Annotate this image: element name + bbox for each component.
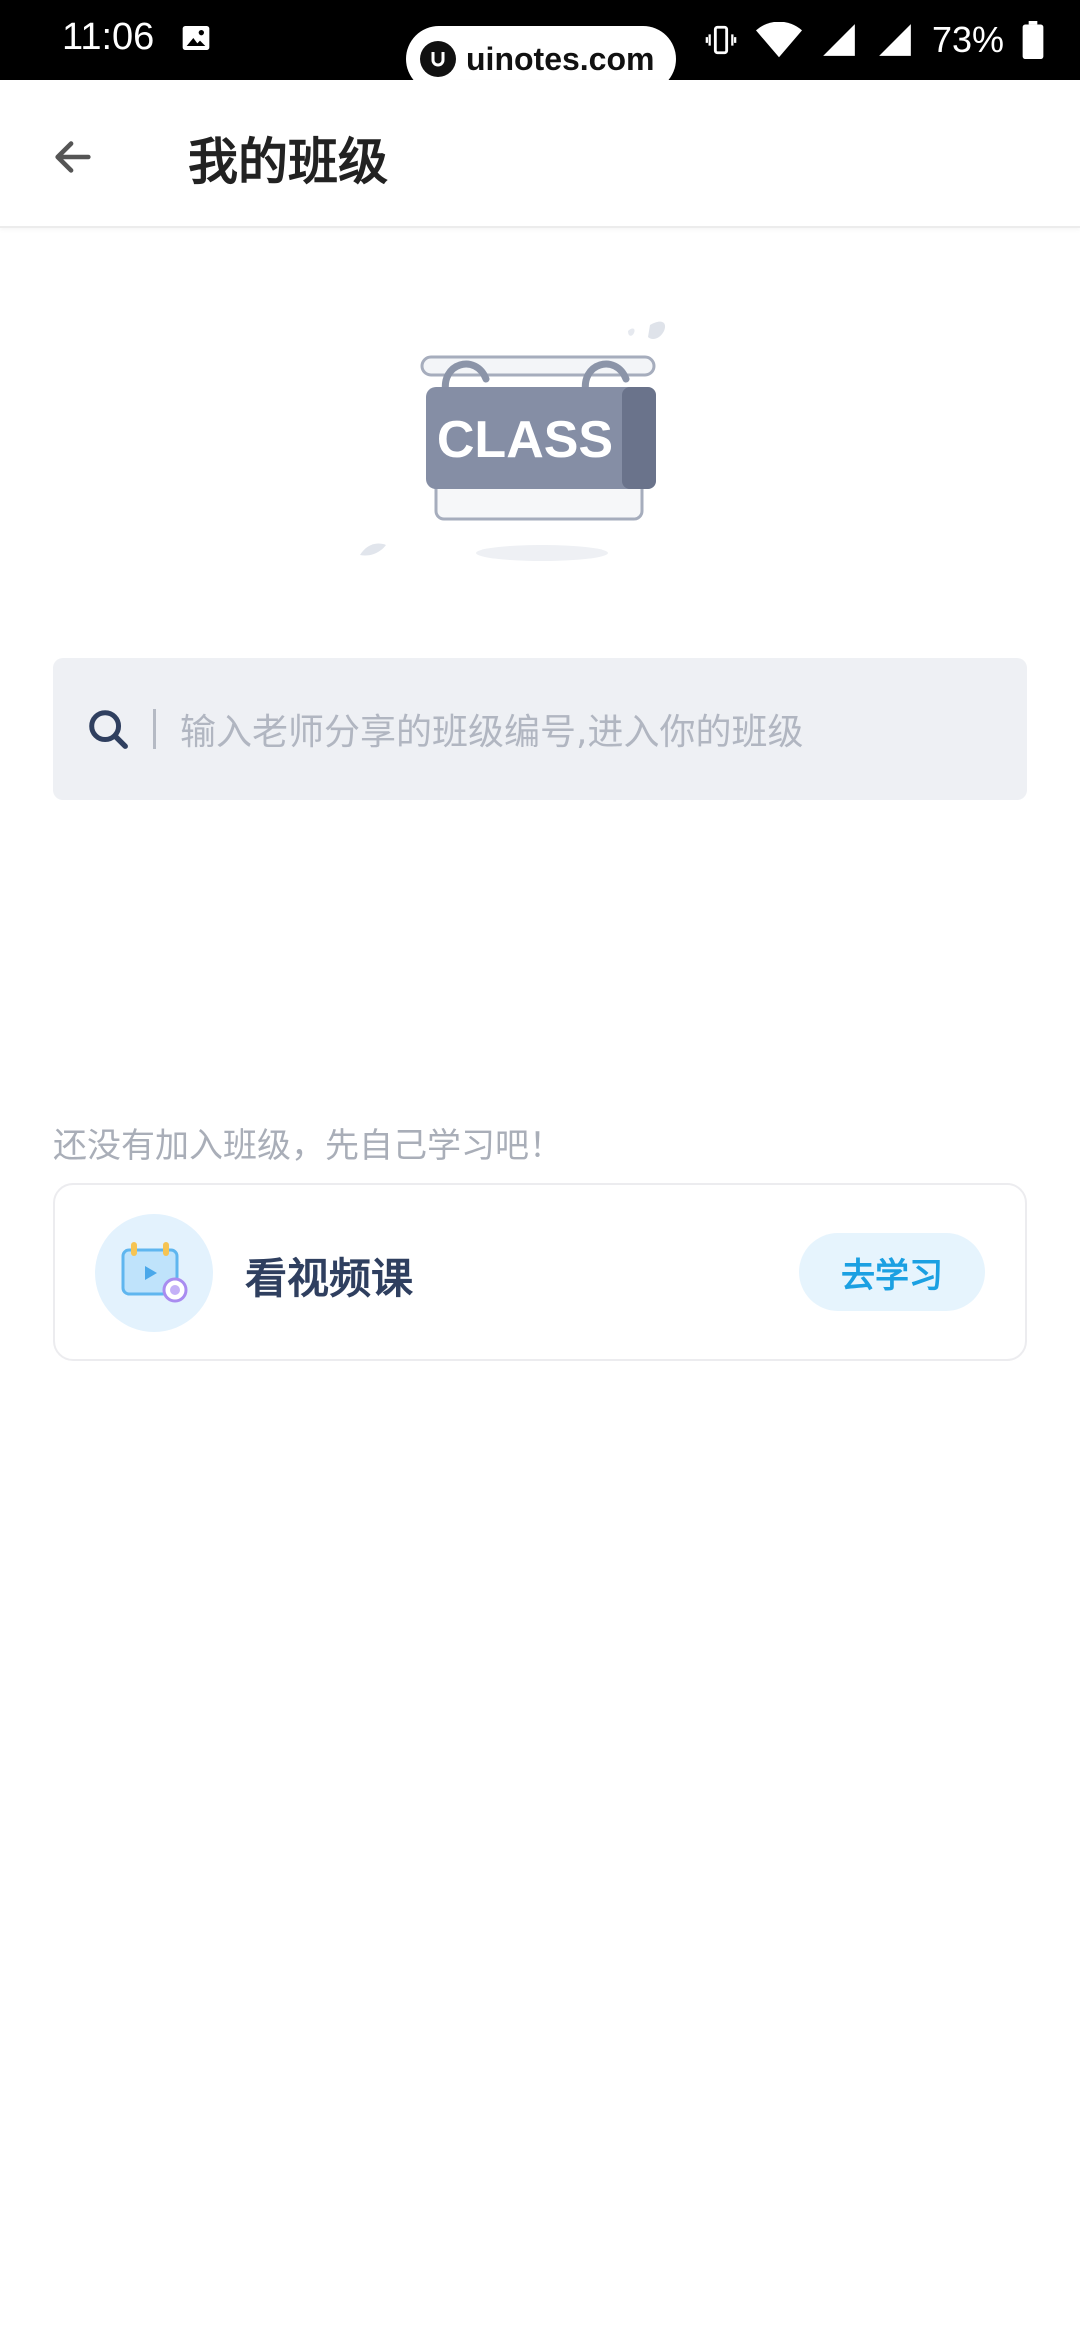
vibrate-icon bbox=[705, 25, 737, 55]
video-course-card[interactable]: 看视频课 去学习 bbox=[53, 1183, 1027, 1361]
cell-signal-2-icon bbox=[879, 24, 911, 56]
go-study-button[interactable]: 去学习 bbox=[799, 1233, 985, 1311]
wifi-icon bbox=[755, 22, 802, 58]
watermark-text: uinotes.com bbox=[466, 40, 655, 77]
search-divider bbox=[153, 709, 156, 749]
search-icon bbox=[89, 710, 128, 749]
battery-icon bbox=[1022, 21, 1044, 59]
back-button[interactable] bbox=[40, 124, 106, 190]
status-bar: 11:06 73% uinotes.com bbox=[0, 0, 1080, 92]
class-sign-illustration: CLASS bbox=[360, 321, 666, 561]
class-sign-text: CLASS bbox=[437, 411, 613, 469]
status-time: 11:06 bbox=[62, 16, 155, 58]
image-notification-icon bbox=[182, 26, 210, 50]
no-class-hint: 还没有加入班级，先自己学习吧！ bbox=[53, 1126, 563, 1166]
video-course-glyph-icon bbox=[121, 1242, 188, 1303]
class-code-search[interactable]: 输入老师分享的班级编号,进入你的班级 bbox=[53, 658, 1027, 800]
status-indicators: 73% bbox=[704, 14, 1044, 66]
page-title: 我的班级 bbox=[188, 133, 388, 191]
search-placeholder: 输入老师分享的班级编号,进入你的班级 bbox=[180, 712, 804, 753]
watermark-logo-icon bbox=[420, 41, 456, 77]
battery-percent: 73% bbox=[931, 19, 1004, 60]
app-bar: 我的班级 bbox=[0, 80, 1080, 228]
course-title: 看视频课 bbox=[245, 1254, 414, 1303]
cell-signal-icon bbox=[823, 24, 855, 56]
arrow-left-icon bbox=[55, 141, 91, 173]
video-course-icon bbox=[95, 1214, 213, 1332]
